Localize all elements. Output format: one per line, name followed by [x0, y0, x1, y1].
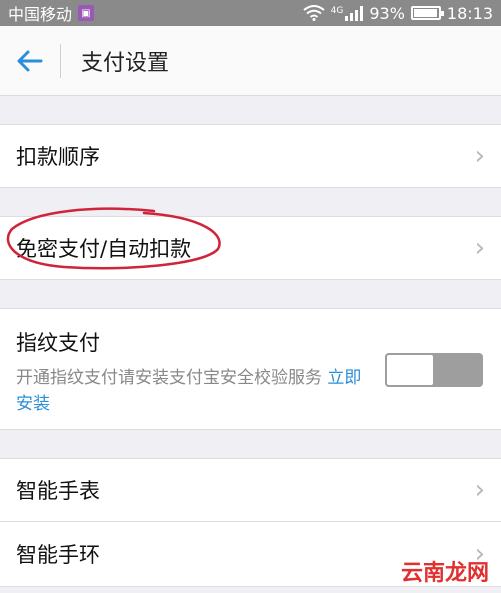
carrier-name: 中国移动	[8, 5, 73, 24]
sim-card-icon: ▣	[78, 5, 95, 21]
row-fingerprint-payment: 指纹支付 开通指纹支付请安装支付宝安全校验服务 立即安装	[0, 308, 501, 430]
row-deduction-order[interactable]: 扣款顺序 ›	[0, 124, 501, 188]
arrow-left-icon	[17, 50, 43, 71]
toolbar: 支付设置	[0, 26, 501, 96]
network-type: 4G	[330, 5, 344, 16]
chevron-right-icon: ›	[474, 475, 485, 505]
back-button[interactable]	[0, 26, 60, 96]
battery-icon	[410, 6, 444, 20]
row-label: 扣款顺序	[16, 145, 100, 169]
wifi-icon	[303, 5, 325, 21]
chevron-right-icon: ›	[474, 233, 485, 263]
fingerprint-description-text: 开通指纹支付请安装支付宝安全校验服务	[16, 368, 322, 388]
status-left: 中国移动 ▣	[8, 1, 95, 25]
row-password-free-payment[interactable]: 免密支付/自动扣款 ›	[0, 216, 501, 280]
toggle-knob	[385, 353, 435, 387]
status-right: 4G 93% 18:13	[303, 4, 493, 23]
row-label: 智能手环	[16, 543, 100, 567]
signal-icon	[345, 5, 364, 21]
page-title: 支付设置	[81, 50, 170, 76]
row-label: 智能手表	[16, 479, 100, 503]
row-label: 免密支付/自动扣款	[16, 237, 192, 261]
clock: 18:13	[446, 3, 493, 23]
fingerprint-toggle[interactable]	[385, 353, 483, 387]
row-smart-watch[interactable]: 智能手表 ›	[0, 458, 501, 522]
chevron-right-icon: ›	[474, 141, 485, 171]
toolbar-divider	[60, 43, 61, 78]
fingerprint-description: 开通指纹支付请安装支付宝安全校验服务 立即安装	[16, 365, 376, 417]
watermark-logo: 云南龙网	[400, 560, 489, 586]
status-bar: 中国移动 ▣ 4G 93% 18:13	[0, 0, 501, 26]
battery-percent: 93%	[369, 3, 405, 23]
